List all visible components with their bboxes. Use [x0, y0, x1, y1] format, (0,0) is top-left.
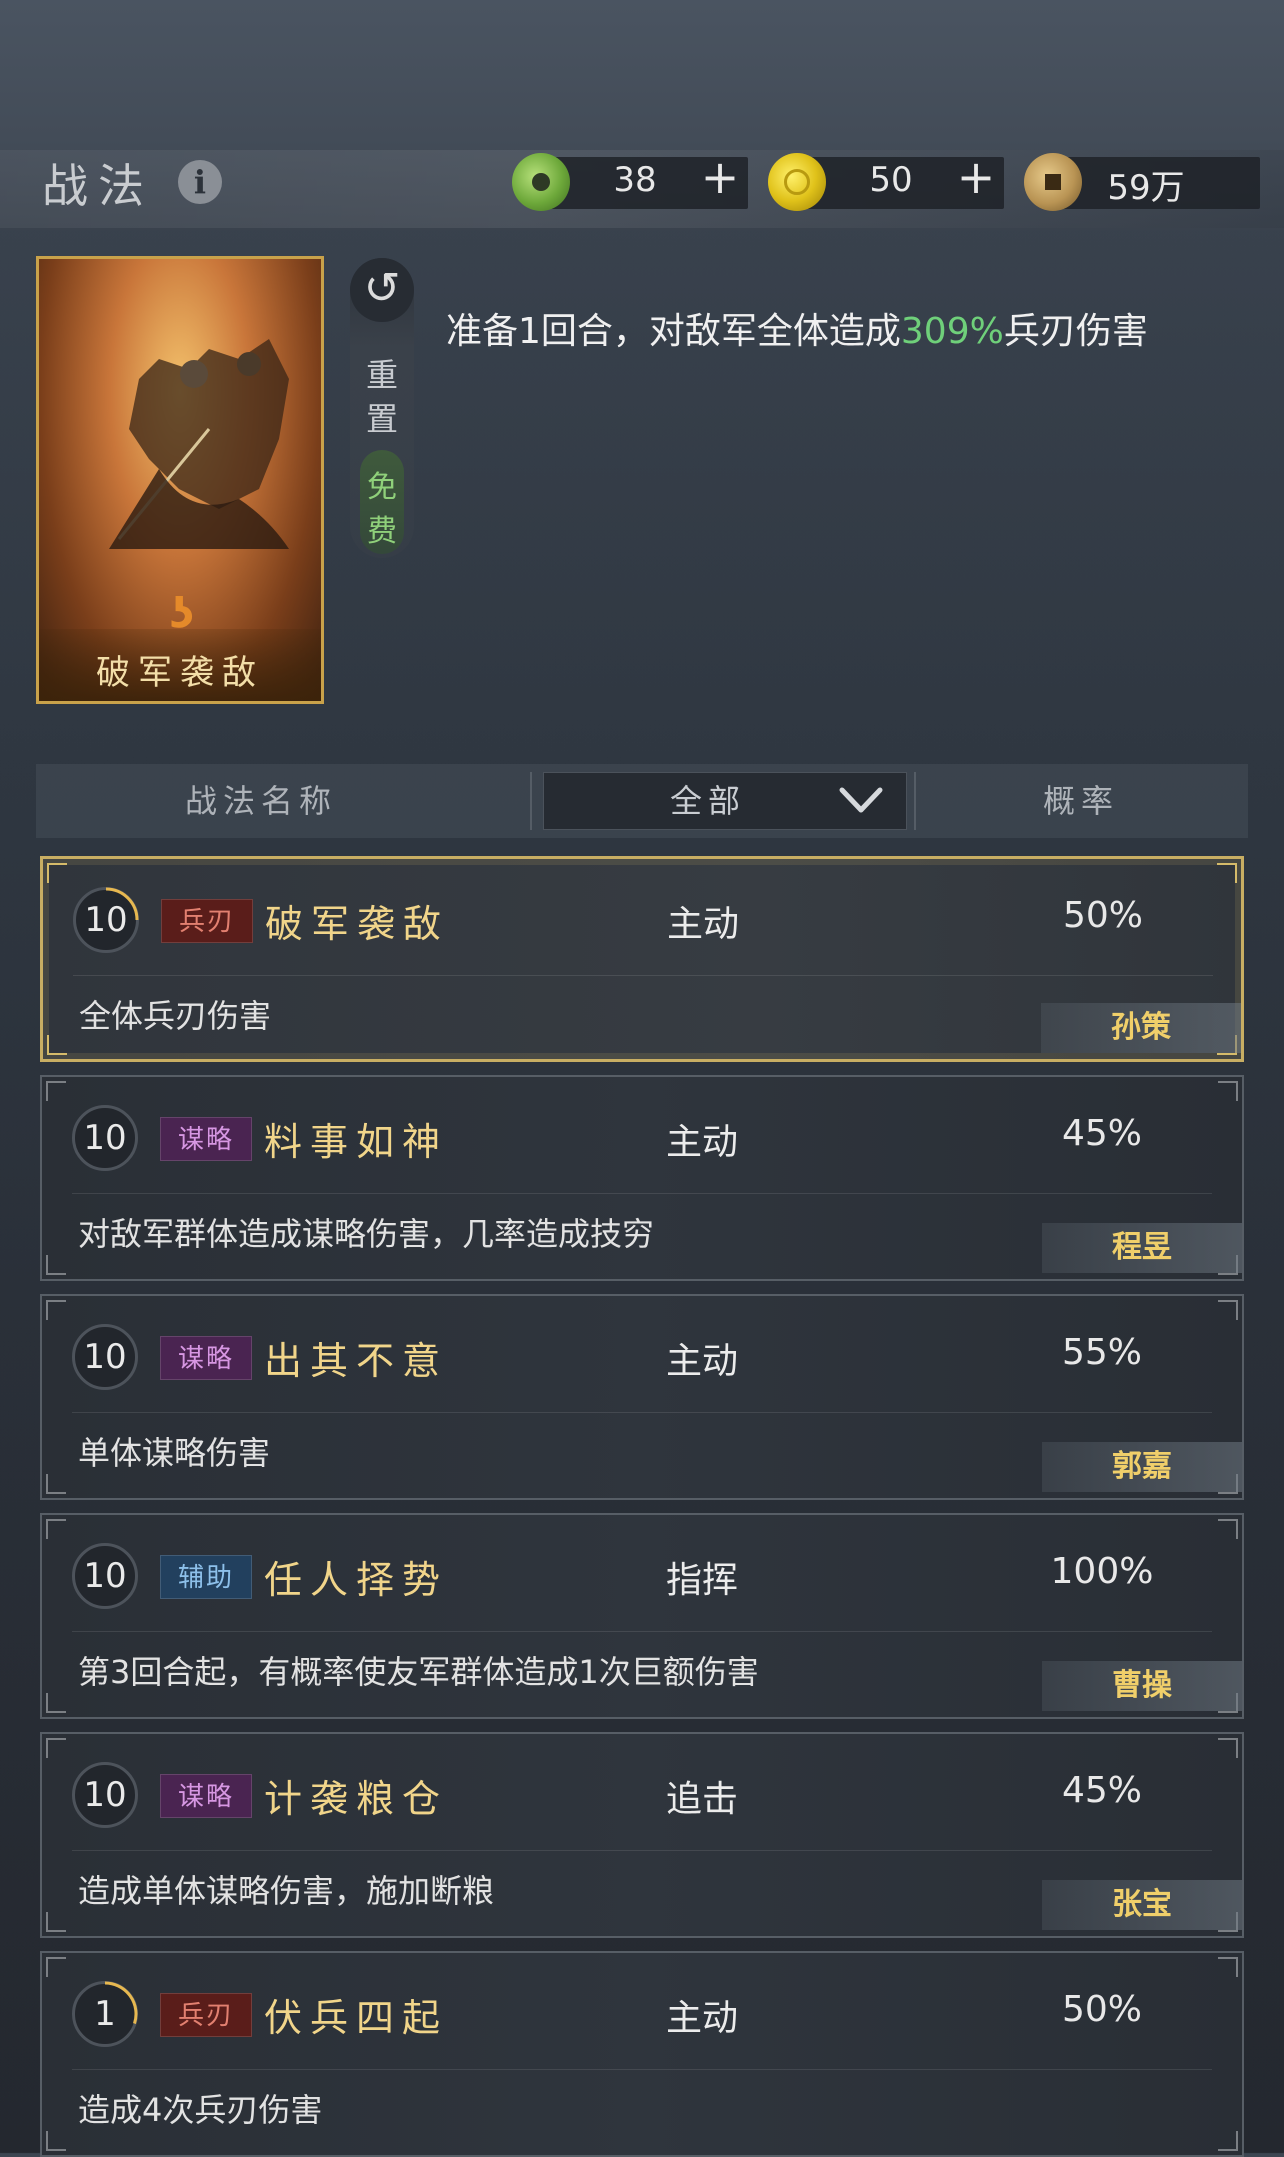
skill-rate: 45% — [1061, 1770, 1142, 1811]
corner-ornament — [46, 1519, 66, 1539]
corner-ornament — [1218, 2131, 1238, 2151]
skill-description: 造成4次兵刃伤害 — [78, 2091, 323, 2129]
row-divider — [72, 1412, 1212, 1413]
skill-category-tag: 谋略 — [160, 1774, 252, 1818]
corner-ornament — [1217, 863, 1237, 883]
skill-type: 主动 — [666, 904, 739, 945]
row-divider — [73, 975, 1213, 976]
skill-description: 第3回合起，有概率使友军群体造成1次巨额伤害 — [78, 1653, 759, 1691]
skill-type: 主动 — [665, 1998, 738, 2039]
corner-ornament — [1218, 1738, 1238, 1758]
corner-ornament — [46, 1255, 66, 1275]
skill-row[interactable]: 1 兵刃 伏兵四起 主动 50% 造成4次兵刃伤害 — [40, 1951, 1244, 2157]
corner-ornament — [1218, 1081, 1238, 1101]
owner-general: 郭嘉 — [1042, 1442, 1242, 1492]
corner-ornament — [46, 1474, 66, 1494]
skill-description: 全体兵刃伤害 — [79, 997, 272, 1035]
skill-level: 10 — [83, 1337, 127, 1377]
skill-rate: 50% — [1061, 1989, 1142, 2030]
skill-name: 出其不意 — [264, 1339, 449, 1383]
skill-rate: 50% — [1062, 895, 1143, 936]
skill-name: 料事如神 — [264, 1120, 449, 1164]
skill-rate: 100% — [1050, 1551, 1154, 1592]
copper-value: 59万 — [1107, 168, 1185, 208]
copper-coin-icon — [1024, 153, 1082, 211]
skill-row[interactable]: 10 辅助 任人择势 指挥 100% 第3回合起，有概率使友军群体造成1次巨额伤… — [40, 1513, 1244, 1719]
filter-dropdown-label[interactable]: 全部 — [543, 772, 873, 830]
skill-name: 计袭粮仓 — [264, 1777, 449, 1821]
page-title: 战法 — [42, 159, 154, 213]
skill-name: 任人择势 — [264, 1558, 449, 1602]
column-header-name: 战法名称 — [184, 782, 337, 820]
skill-row[interactable]: 10 谋略 出其不意 主动 55% 单体谋略伤害 郭嘉 — [40, 1294, 1244, 1500]
skill-category-tag: 辅助 — [160, 1555, 252, 1599]
skill-type: 主动 — [665, 1341, 738, 1382]
chevron-down-icon[interactable] — [836, 780, 886, 820]
description-highlight: 309% — [900, 311, 1004, 352]
corner-ornament — [46, 1081, 66, 1101]
skill-level: 10 — [83, 1118, 127, 1158]
skill-category-tag: 谋略 — [160, 1336, 252, 1380]
row-divider — [72, 2069, 1212, 2070]
skill-row[interactable]: 10 兵刃 破军袭敌 主动 50% 全体兵刃伤害 孙策 — [40, 856, 1244, 1062]
skill-description: 造成单体谋略伤害，施加断粮 — [78, 1872, 495, 1910]
gold-value: 50 — [869, 160, 913, 200]
corner-ornament — [46, 1300, 66, 1320]
skill-row[interactable]: 10 谋略 计袭粮仓 追击 45% 造成单体谋略伤害，施加断粮 张宝 — [40, 1732, 1244, 1938]
skill-name: 破军袭敌 — [265, 902, 450, 946]
header-divider — [530, 772, 532, 830]
skill-category-tag: 兵刃 — [161, 899, 253, 943]
corner-ornament — [46, 1957, 66, 1977]
skill-level: 10 — [83, 1556, 127, 1596]
jade-value: 38 — [613, 160, 657, 200]
skill-type: 指挥 — [665, 1560, 738, 1601]
row-divider — [72, 1631, 1212, 1632]
corner-ornament — [46, 2131, 66, 2151]
corner-ornament — [47, 863, 67, 883]
owner-general: 孙策 — [1041, 1003, 1241, 1053]
reset-label-1: 重 — [365, 356, 398, 394]
corner-ornament — [1218, 1519, 1238, 1539]
corner-ornament — [46, 1912, 66, 1932]
owner-general: 张宝 — [1042, 1880, 1242, 1930]
jade-icon — [512, 153, 570, 211]
skill-description: 对敌军群体造成谋略伤害，几率造成技穷 — [78, 1215, 655, 1253]
jade-add-button[interactable]: + — [700, 150, 740, 204]
free-label-2: 费 — [367, 514, 397, 549]
gold-icon — [768, 153, 826, 211]
skill-category-tag: 兵刃 — [160, 1993, 252, 2037]
free-label-1: 免 — [367, 470, 397, 505]
skill-type: 追击 — [665, 1779, 738, 1820]
owner-general: 曹操 — [1042, 1661, 1242, 1711]
reset-label-2: 置 — [365, 400, 398, 438]
cavalry-artwork — [109, 339, 289, 549]
skill-type: 主动 — [665, 1122, 738, 1163]
reset-icon[interactable]: ↺ — [350, 258, 414, 322]
skill-level: 10 — [84, 900, 128, 940]
skill-card: ʖ 破军袭敌 — [36, 256, 324, 704]
row-divider — [72, 1193, 1212, 1194]
corner-ornament — [47, 1035, 67, 1055]
corner-ornament — [1218, 1300, 1238, 1320]
corner-ornament — [46, 1693, 66, 1713]
skill-name: 伏兵四起 — [264, 1996, 449, 2040]
owner-general: 程昱 — [1042, 1223, 1242, 1273]
info-icon[interactable]: i — [178, 160, 222, 204]
skill-rate: 45% — [1061, 1113, 1142, 1154]
corner-ornament — [46, 1738, 66, 1758]
skill-level: 10 — [83, 1775, 127, 1815]
description-prefix: 准备1回合，对敌军全体造成 — [446, 311, 901, 352]
skill-description: 准备1回合，对敌军全体造成309%兵刃伤害 — [446, 306, 1186, 358]
skill-level: 1 — [94, 1994, 116, 2034]
corner-ornament — [1218, 1957, 1238, 1977]
card-name: 破军袭敌 — [96, 653, 264, 693]
skill-category-tag: 谋略 — [160, 1117, 252, 1161]
description-suffix: 兵刃伤害 — [1003, 311, 1148, 352]
column-header-rate: 概率 — [1042, 782, 1119, 820]
skill-row[interactable]: 10 谋略 料事如神 主动 45% 对敌军群体造成谋略伤害，几率造成技穷 程昱 — [40, 1075, 1244, 1281]
skill-rate: 55% — [1061, 1332, 1142, 1373]
gold-add-button[interactable]: + — [956, 150, 996, 204]
row-divider — [72, 1850, 1212, 1851]
skill-description: 单体谋略伤害 — [78, 1434, 271, 1472]
